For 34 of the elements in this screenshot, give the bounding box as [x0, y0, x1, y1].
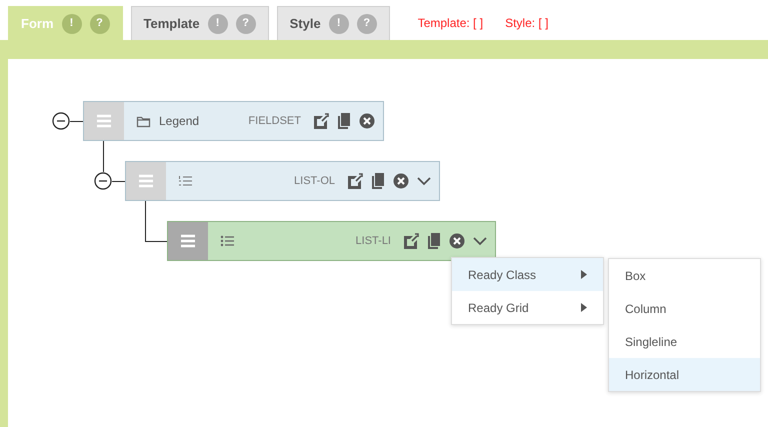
menu-item[interactable]: Ready Grid [452, 291, 603, 324]
tree-node[interactable]: LIST-LI [167, 221, 496, 261]
drag-handle-icon[interactable] [138, 174, 154, 188]
chevron-down-icon[interactable] [473, 236, 487, 246]
collapse-icon[interactable] [94, 172, 112, 190]
menu-item[interactable]: Singleline [609, 325, 760, 358]
node-label: Legend [159, 113, 200, 130]
chevron-down-icon[interactable] [417, 176, 431, 186]
menu-item[interactable]: Box [609, 259, 760, 292]
copy-icon[interactable] [371, 173, 385, 189]
drag-handle-icon[interactable] [96, 114, 112, 128]
status-text: Template: [ ] [418, 15, 484, 32]
copy-icon[interactable] [427, 233, 441, 249]
node-type: LIST-OL [294, 174, 335, 189]
numbered-list-icon [178, 174, 193, 188]
collapse-icon[interactable] [52, 112, 70, 130]
edit-icon[interactable] [403, 233, 419, 249]
tree-node[interactable]: Legend FIELDSET [83, 101, 384, 141]
close-icon[interactable] [393, 173, 409, 189]
status-text: Style: [ ] [505, 15, 548, 32]
folder-icon [136, 114, 151, 128]
node-type: FIELDSET [248, 114, 301, 129]
menu-item[interactable]: Column [609, 292, 760, 325]
close-icon[interactable] [359, 113, 375, 129]
tree-node[interactable]: LIST-OL [125, 161, 440, 201]
drag-handle-icon[interactable] [180, 234, 196, 248]
node-type: LIST-LI [356, 234, 391, 249]
close-icon[interactable] [449, 233, 465, 249]
edit-icon[interactable] [313, 113, 329, 129]
menu-item[interactable]: Ready Class [452, 258, 603, 291]
copy-icon[interactable] [337, 113, 351, 129]
menu-item[interactable]: Horizontal [609, 358, 760, 391]
bullet-list-icon [220, 234, 235, 248]
edit-icon[interactable] [347, 173, 363, 189]
